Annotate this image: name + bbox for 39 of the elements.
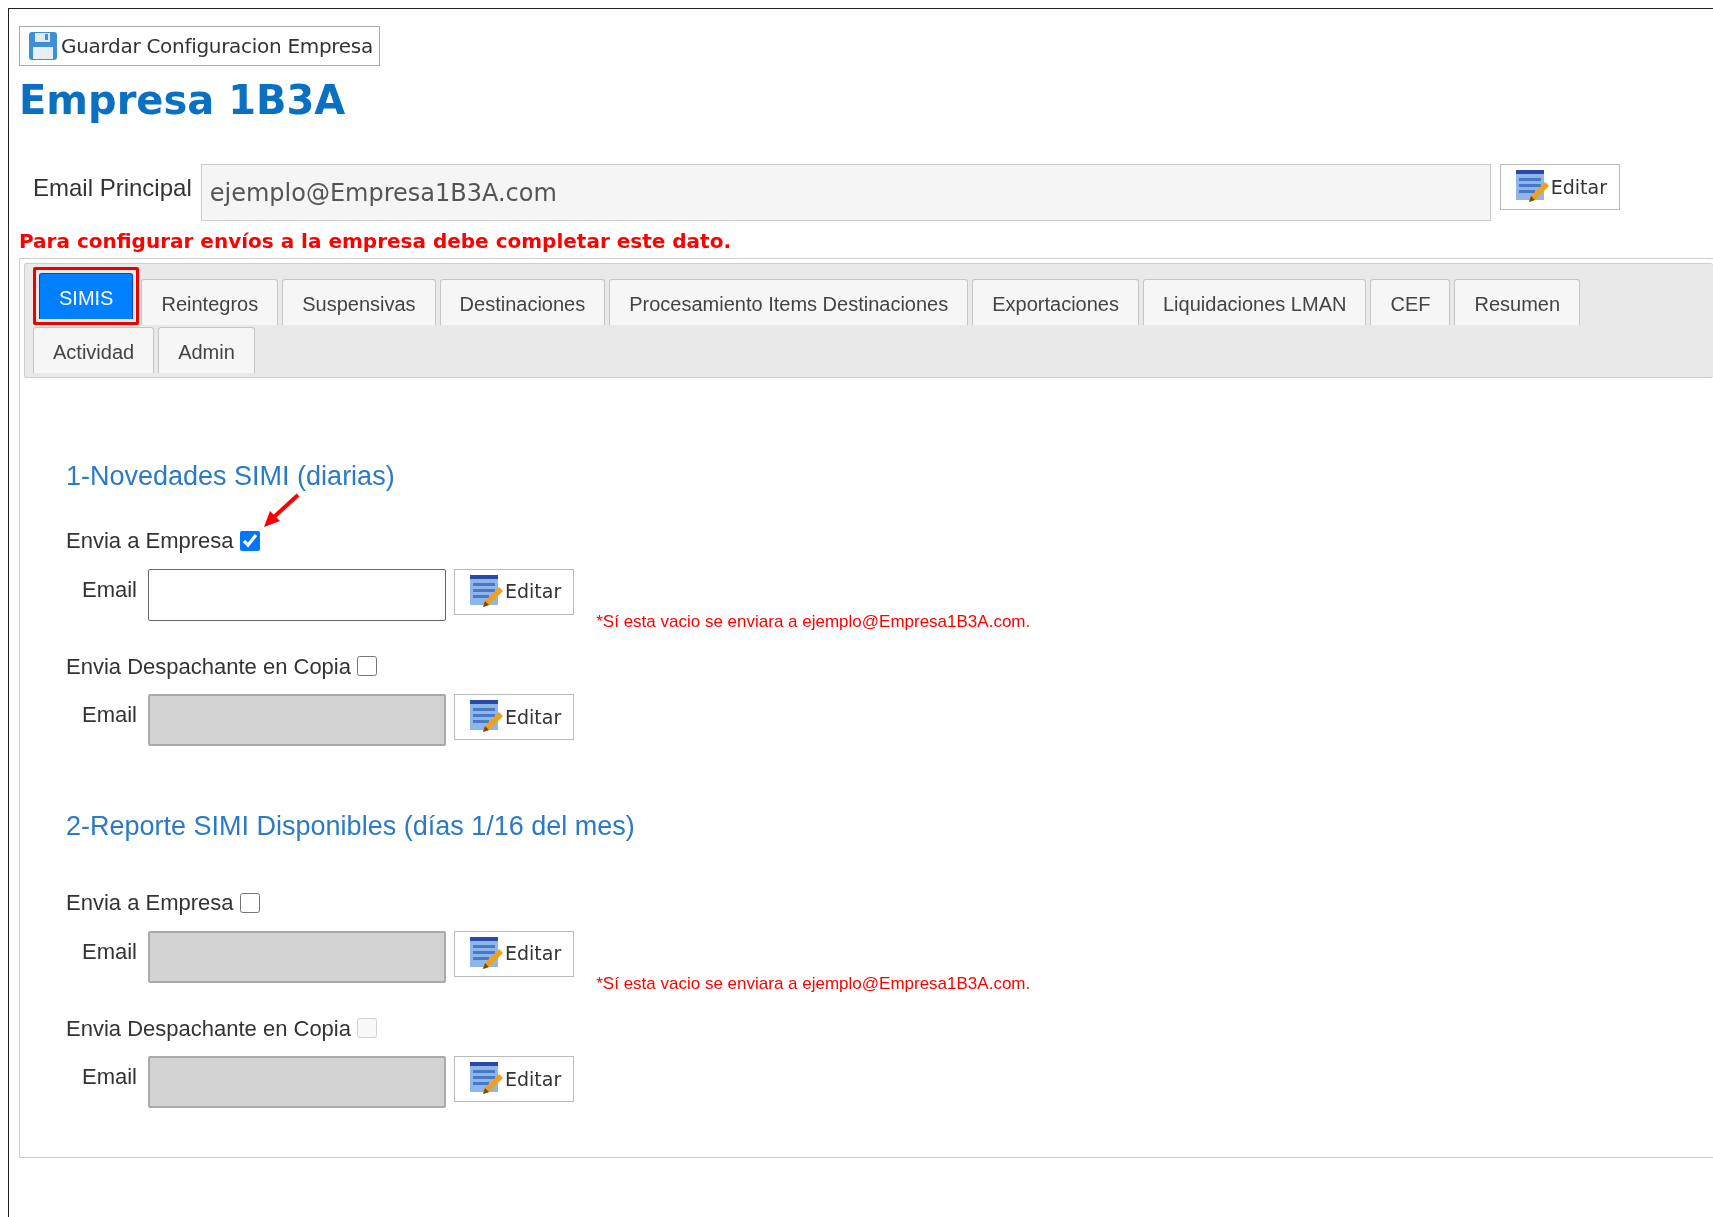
edit-button[interactable]: Editar <box>454 568 575 615</box>
warning-text: Para configurar envíos a la empresa debe completar este dato. <box>19 228 732 255</box>
input-field[interactable]: ejemplo@Empresa1B3A.com <box>200 164 1491 221</box>
input-field[interactable] <box>148 568 446 621</box>
company-title: Empresa 1B3A <box>19 76 347 124</box>
tab[interactable]: Actividad <box>33 327 155 373</box>
edit-window-icon <box>469 699 503 735</box>
checkbox[interactable] <box>239 892 260 913</box>
tab[interactable]: Resumen <box>1454 279 1581 325</box>
field-label: Email Principal <box>33 173 192 203</box>
field-label: Email <box>82 937 138 966</box>
edit-window-icon <box>469 935 503 972</box>
edit-window-icon <box>469 1061 503 1097</box>
checkbox-label: Envia Despachante en Copia <box>66 1014 351 1043</box>
tab[interactable]: Procesamiento Items Destinaciones <box>609 279 969 325</box>
field-label: Email <box>82 701 138 729</box>
section-title: 1-Novedades SIMI (diarias) <box>66 460 396 493</box>
checkbox-label: Envia a Empresa <box>66 527 234 555</box>
save-button[interactable]: Guardar Configuracion Empresa <box>19 26 380 66</box>
tab[interactable]: Exportaciones <box>972 279 1139 325</box>
hint-text: *Sí esta vacio se enviara a ejemplo@Empresa1B3A.com. <box>596 610 1031 633</box>
edit-button[interactable]: Editar <box>1499 164 1620 210</box>
tab[interactable]: Suspensivas <box>282 279 436 325</box>
edit-window-icon <box>1514 169 1549 205</box>
checkbox[interactable] <box>356 656 377 676</box>
tab[interactable]: SIMIS <box>39 273 134 319</box>
hint-text: *Sí esta vacio se enviara a ejemplo@Empresa1B3A.com. <box>596 972 1031 995</box>
section-title: 2-Reporte SIMI Disponibles (días 1/16 del mes) <box>66 810 636 843</box>
tab[interactable]: CEF <box>1370 279 1451 325</box>
checkbox[interactable] <box>239 530 260 551</box>
field-label: Email <box>82 575 138 604</box>
tab[interactable]: Liquidaciones LMAN <box>1143 279 1367 325</box>
edit-window-icon <box>469 573 503 610</box>
field-label: Email <box>82 1063 138 1091</box>
tab[interactable]: Reintegros <box>141 279 279 325</box>
checkbox-label: Envia a Empresa <box>66 889 234 917</box>
checkbox-label: Envia Despachante en Copia <box>66 652 351 681</box>
tab[interactable]: Admin <box>158 327 255 373</box>
tab[interactable]: Destinaciones <box>439 279 606 325</box>
